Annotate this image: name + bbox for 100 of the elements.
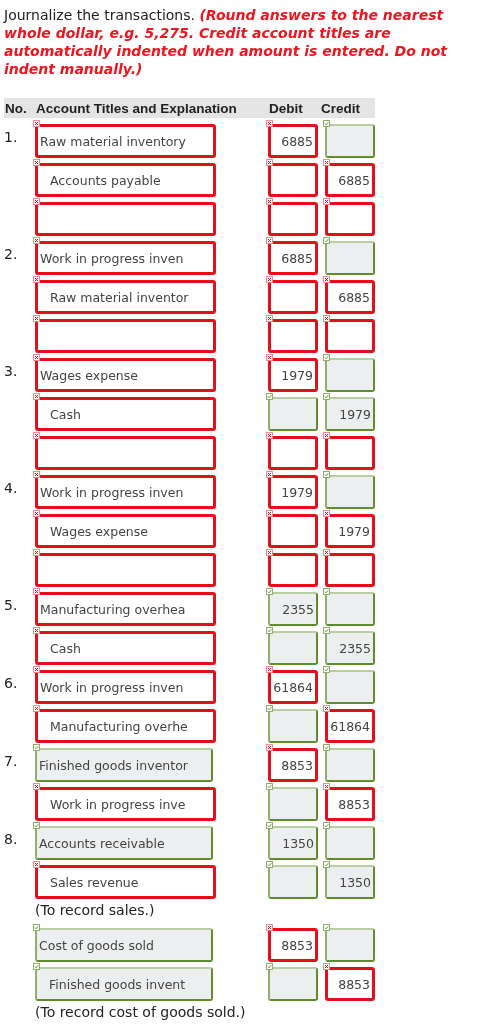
error-icon bbox=[33, 393, 40, 400]
account-field[interactable]: Wages expense bbox=[35, 514, 216, 548]
account-field[interactable]: Cash bbox=[35, 397, 216, 431]
debit-field[interactable]: 6885 bbox=[268, 124, 318, 158]
debit-field[interactable] bbox=[268, 436, 318, 470]
credit-field[interactable]: 61864 bbox=[325, 709, 375, 743]
credit-field[interactable]: 8853 bbox=[325, 787, 375, 821]
account-header: Account Titles and Explanation bbox=[35, 100, 238, 116]
credit-field[interactable] bbox=[325, 319, 375, 353]
account-field[interactable]: Finished goods inventor bbox=[35, 748, 213, 782]
debit-field[interactable]: 8853 bbox=[268, 928, 318, 962]
account-field[interactable]: Work in progress inven bbox=[35, 241, 216, 275]
credit-field[interactable] bbox=[325, 670, 375, 704]
debit-field[interactable] bbox=[268, 319, 318, 353]
debit-field[interactable]: 6885 bbox=[268, 241, 318, 275]
error-icon bbox=[33, 783, 40, 790]
error-icon bbox=[266, 276, 273, 283]
debit-field[interactable]: 61864 bbox=[268, 670, 318, 704]
account-field[interactable] bbox=[35, 319, 216, 353]
account-field[interactable]: Manufacturing overhe bbox=[35, 709, 216, 743]
debit-field[interactable]: 1350 bbox=[268, 826, 318, 860]
account-field[interactable]: Wages expense bbox=[35, 358, 216, 392]
check-icon bbox=[266, 783, 273, 790]
credit-field[interactable]: 1350 bbox=[325, 865, 375, 899]
check-icon bbox=[323, 120, 330, 127]
account-field[interactable]: Cash bbox=[35, 631, 216, 665]
error-icon bbox=[33, 198, 40, 205]
error-icon bbox=[33, 354, 40, 361]
check-icon bbox=[323, 861, 330, 868]
error-icon bbox=[33, 276, 40, 283]
error-icon bbox=[323, 198, 330, 205]
account-field[interactable]: Accounts payable bbox=[35, 163, 216, 197]
credit-field[interactable]: 2355 bbox=[325, 631, 375, 665]
error-icon bbox=[266, 237, 273, 244]
credit-field[interactable] bbox=[325, 826, 375, 860]
debit-field[interactable] bbox=[268, 709, 318, 743]
error-icon bbox=[266, 471, 273, 478]
check-icon bbox=[323, 588, 330, 595]
number-header: No. bbox=[4, 100, 28, 116]
account-field[interactable]: Raw material inventory bbox=[35, 124, 216, 158]
debit-field[interactable] bbox=[268, 202, 318, 236]
debit-field[interactable] bbox=[268, 787, 318, 821]
debit-field[interactable] bbox=[268, 631, 318, 665]
error-icon bbox=[33, 159, 40, 166]
account-field[interactable] bbox=[35, 553, 216, 587]
debit-field[interactable] bbox=[268, 967, 318, 1001]
credit-field[interactable]: 8853 bbox=[325, 967, 375, 1001]
account-field[interactable] bbox=[35, 202, 216, 236]
error-icon bbox=[33, 237, 40, 244]
credit-field[interactable]: 6885 bbox=[325, 280, 375, 314]
account-field[interactable]: Manufacturing overhea bbox=[35, 592, 216, 626]
credit-field[interactable]: 6885 bbox=[325, 163, 375, 197]
credit-field[interactable] bbox=[325, 124, 375, 158]
error-icon bbox=[33, 315, 40, 322]
debit-header: Debit bbox=[268, 100, 304, 116]
error-icon bbox=[323, 276, 330, 283]
debit-field[interactable]: 2355 bbox=[268, 592, 318, 626]
credit-field[interactable] bbox=[325, 358, 375, 392]
error-icon bbox=[266, 198, 273, 205]
account-field[interactable]: Finished goods invent bbox=[35, 967, 213, 1001]
entry-number: 7. bbox=[4, 753, 18, 769]
debit-field[interactable] bbox=[268, 397, 318, 431]
explanation-text: (To record cost of goods sold.) bbox=[35, 1004, 246, 1020]
debit-field[interactable]: 8853 bbox=[268, 748, 318, 782]
entry-number: 4. bbox=[4, 480, 18, 496]
account-field[interactable] bbox=[35, 436, 216, 470]
account-field[interactable]: Accounts receivable bbox=[35, 826, 213, 860]
credit-field[interactable]: 1979 bbox=[325, 397, 375, 431]
credit-field[interactable] bbox=[325, 475, 375, 509]
credit-field[interactable] bbox=[325, 928, 375, 962]
debit-field[interactable] bbox=[268, 280, 318, 314]
credit-field[interactable] bbox=[325, 748, 375, 782]
debit-field[interactable] bbox=[268, 865, 318, 899]
credit-field[interactable] bbox=[325, 241, 375, 275]
error-icon bbox=[323, 432, 330, 439]
check-icon bbox=[266, 393, 273, 400]
debit-field[interactable] bbox=[268, 514, 318, 548]
debit-field[interactable] bbox=[268, 163, 318, 197]
debit-field[interactable]: 1979 bbox=[268, 475, 318, 509]
credit-field[interactable] bbox=[325, 592, 375, 626]
account-field[interactable]: Cost of goods sold bbox=[35, 928, 213, 962]
account-field[interactable]: Work in progress inven bbox=[35, 475, 216, 509]
credit-field[interactable] bbox=[325, 202, 375, 236]
account-field[interactable]: Work in progress inven bbox=[35, 670, 216, 704]
account-field[interactable]: Sales revenue bbox=[35, 865, 216, 899]
check-icon bbox=[266, 705, 273, 712]
check-icon bbox=[266, 627, 273, 634]
error-icon bbox=[33, 588, 40, 595]
error-icon bbox=[33, 666, 40, 673]
error-icon bbox=[33, 705, 40, 712]
credit-field[interactable]: 1979 bbox=[325, 514, 375, 548]
account-field[interactable]: Raw material inventor bbox=[35, 280, 216, 314]
error-icon bbox=[323, 159, 330, 166]
credit-field[interactable] bbox=[325, 436, 375, 470]
error-icon bbox=[33, 120, 40, 127]
debit-field[interactable] bbox=[268, 553, 318, 587]
check-icon bbox=[323, 393, 330, 400]
debit-field[interactable]: 1979 bbox=[268, 358, 318, 392]
credit-field[interactable] bbox=[325, 553, 375, 587]
account-field[interactable]: Work in progress inve bbox=[35, 787, 216, 821]
